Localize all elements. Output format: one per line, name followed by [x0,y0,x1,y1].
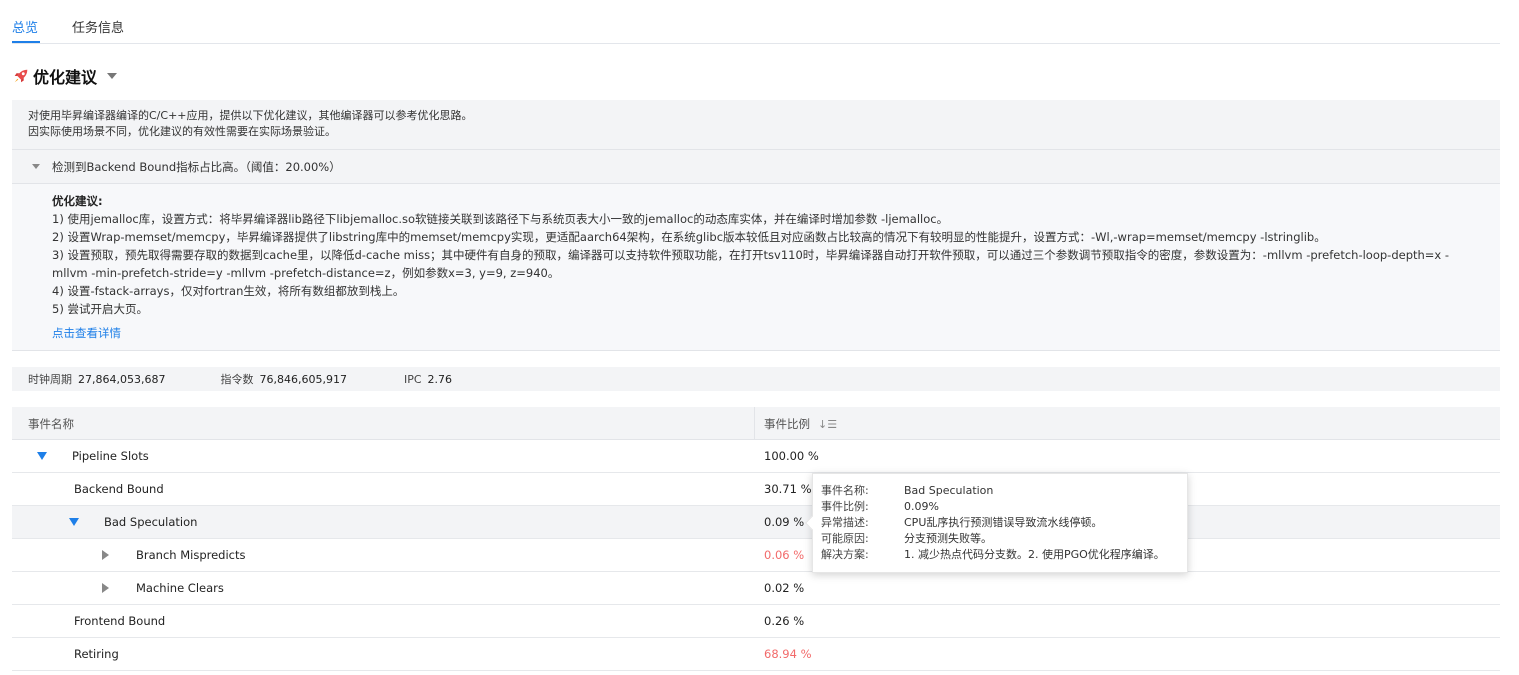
ipc-value: 2.76 [427,372,453,386]
rocket-icon [14,69,28,83]
suggestion-item: 2) 设置Wrap-memset/memcpy，毕昇编译器提供了libstrin… [52,230,1326,244]
tab-task-info[interactable]: 任务信息 [72,17,124,36]
table-row[interactable]: Bad Speculation 0.09 % [12,506,1500,539]
chevron-down-icon [32,164,40,169]
tooltip-label: 异常描述: [821,516,869,529]
cycles-value: 27,864,053,687 [78,372,166,386]
row-name-cell: Frontend Bound [74,614,165,628]
tooltip-row: 事件比例: 0.09% [821,499,1187,515]
column-header-name: 事件名称 [28,417,74,431]
row-name: Machine Clears [136,581,224,595]
column-header-ratio[interactable]: 事件比例 ↓☰ [764,416,837,432]
sort-icon[interactable]: ↓☰ [818,418,837,431]
tab-overview[interactable]: 总览 [12,17,38,36]
expand-toggle-icon[interactable] [37,452,47,460]
row-value: 0.09 % [764,515,805,529]
intro-line-1: 对使用毕昇编译器编译的C/C++应用，提供以下优化建议，其他编译器可以参考优化思… [28,109,473,122]
tooltip-value: CPU乱序执行预测错误导致流水线停顿。 [904,516,1103,529]
suggestion-item: 5) 尝试开启大页。 [52,302,148,316]
tooltip-label: 解决方案: [821,548,869,561]
table-row[interactable]: Frontend Bound 0.26 % [12,605,1500,638]
row-value: 100.00 % [764,449,819,463]
tooltip-label: 事件名称: [821,484,869,497]
table-row[interactable]: Backend Bound 30.71 % [12,473,1500,506]
row-name-cell: Machine Clears [102,581,224,595]
row-value: 0.26 % [764,614,805,628]
tooltip-value: 分支预测失败等。 [904,532,992,545]
view-details-link[interactable]: 点击查看详情 [52,324,121,342]
event-table: 事件名称 事件比例 ↓☰ Pipeline Slots 100.00 % Bac… [12,407,1500,671]
tooltip-value: 1. 减少热点代码分支数。2. 使用PGO优化程序编译。 [904,548,1165,561]
tooltip-row: 可能原因: 分支预测失败等。 [821,531,1187,547]
instructions-label: 指令数 [220,373,254,386]
tab-bar: 总览 任务信息 [12,0,1500,44]
collapse-label: 检测到Backend Bound指标占比高。（阈值：20.00%） [52,159,341,174]
row-name: Retiring [74,647,119,661]
ipc-label: IPC [403,372,422,386]
suggestion-title: 优化建议: [52,194,103,208]
column-header-ratio-label: 事件比例 [764,417,810,431]
row-value: 68.94 % [764,647,812,661]
cycles-label: 时钟周期 [28,373,72,386]
row-name: Branch Mispredicts [136,548,246,562]
suggestion-item: 3) 设置预取，预先取得需要存取的数据到cache里，以降低d-cache mi… [52,248,1450,280]
column-divider [754,407,755,440]
row-name-cell: Backend Bound [74,482,164,496]
expand-toggle-icon[interactable] [102,583,109,593]
event-tooltip: 事件名称: Bad Speculation 事件比例: 0.09% 异常描述: … [804,473,1188,573]
tooltip-label: 可能原因: [821,532,869,545]
intro-line-2: 因实际使用场景不同，优化建议的有效性需要在实际场景验证。 [28,125,336,138]
tooltip-label: 事件比例: [821,500,869,513]
row-name-cell: Branch Mispredicts [102,548,246,562]
suggestion-item: 4) 设置-fstack-arrays，仅对fortran生效，将所有数组都放到… [52,284,405,298]
row-name-cell: Bad Speculation [69,515,197,529]
row-name: Pipeline Slots [72,449,149,463]
tooltip-row: 事件名称: Bad Speculation [821,483,1187,499]
intro-notice: 对使用毕昇编译器编译的C/C++应用，提供以下优化建议，其他编译器可以参考优化思… [12,100,1500,149]
section-title: 优化建议 [33,68,98,87]
table-row[interactable]: Retiring 68.94 % [12,638,1500,671]
chevron-down-icon[interactable] [107,73,118,79]
row-value: 0.02 % [764,581,805,595]
table-row[interactable]: Pipeline Slots 100.00 % [12,440,1500,473]
row-value: 0.06 % [764,548,805,562]
metrics-bar: 时钟周期 27,864,053,687 指令数 76,846,605,917 I… [12,367,1500,391]
backend-bound-collapse[interactable]: 检测到Backend Bound指标占比高。（阈值：20.00%） [12,149,1500,184]
suggestion-item: 1) 使用jemalloc库，设置方式：将毕昇编译器lib路径下libjemal… [52,212,949,226]
instructions-value: 76,846,605,917 [259,372,347,386]
row-name: Frontend Bound [74,614,166,628]
table-header: 事件名称 事件比例 ↓☰ [12,407,1500,440]
table-row[interactable]: Machine Clears 0.02 % [12,572,1500,605]
row-value: 30.71 % [764,482,812,496]
row-name-cell: Pipeline Slots [37,449,149,463]
active-tab-indicator [12,41,40,43]
suggestion-panel: 优化建议: 1) 使用jemalloc库，设置方式：将毕昇编译器lib路径下li… [12,184,1500,351]
expand-toggle-icon[interactable] [102,550,109,560]
expand-toggle-icon[interactable] [69,518,79,526]
table-row[interactable]: Branch Mispredicts 0.06 % [12,539,1500,572]
row-name: Bad Speculation [104,515,198,529]
tooltip-row: 异常描述: CPU乱序执行预测错误导致流水线停顿。 [821,515,1187,531]
tooltip-value: 0.09% [904,500,939,513]
row-name: Backend Bound [74,482,164,496]
section-header[interactable]: 优化建议 [12,64,118,88]
row-name-cell: Retiring [74,647,119,661]
tooltip-row: 解决方案: 1. 减少热点代码分支数。2. 使用PGO优化程序编译。 [821,547,1187,563]
tooltip-value: Bad Speculation [904,484,994,497]
